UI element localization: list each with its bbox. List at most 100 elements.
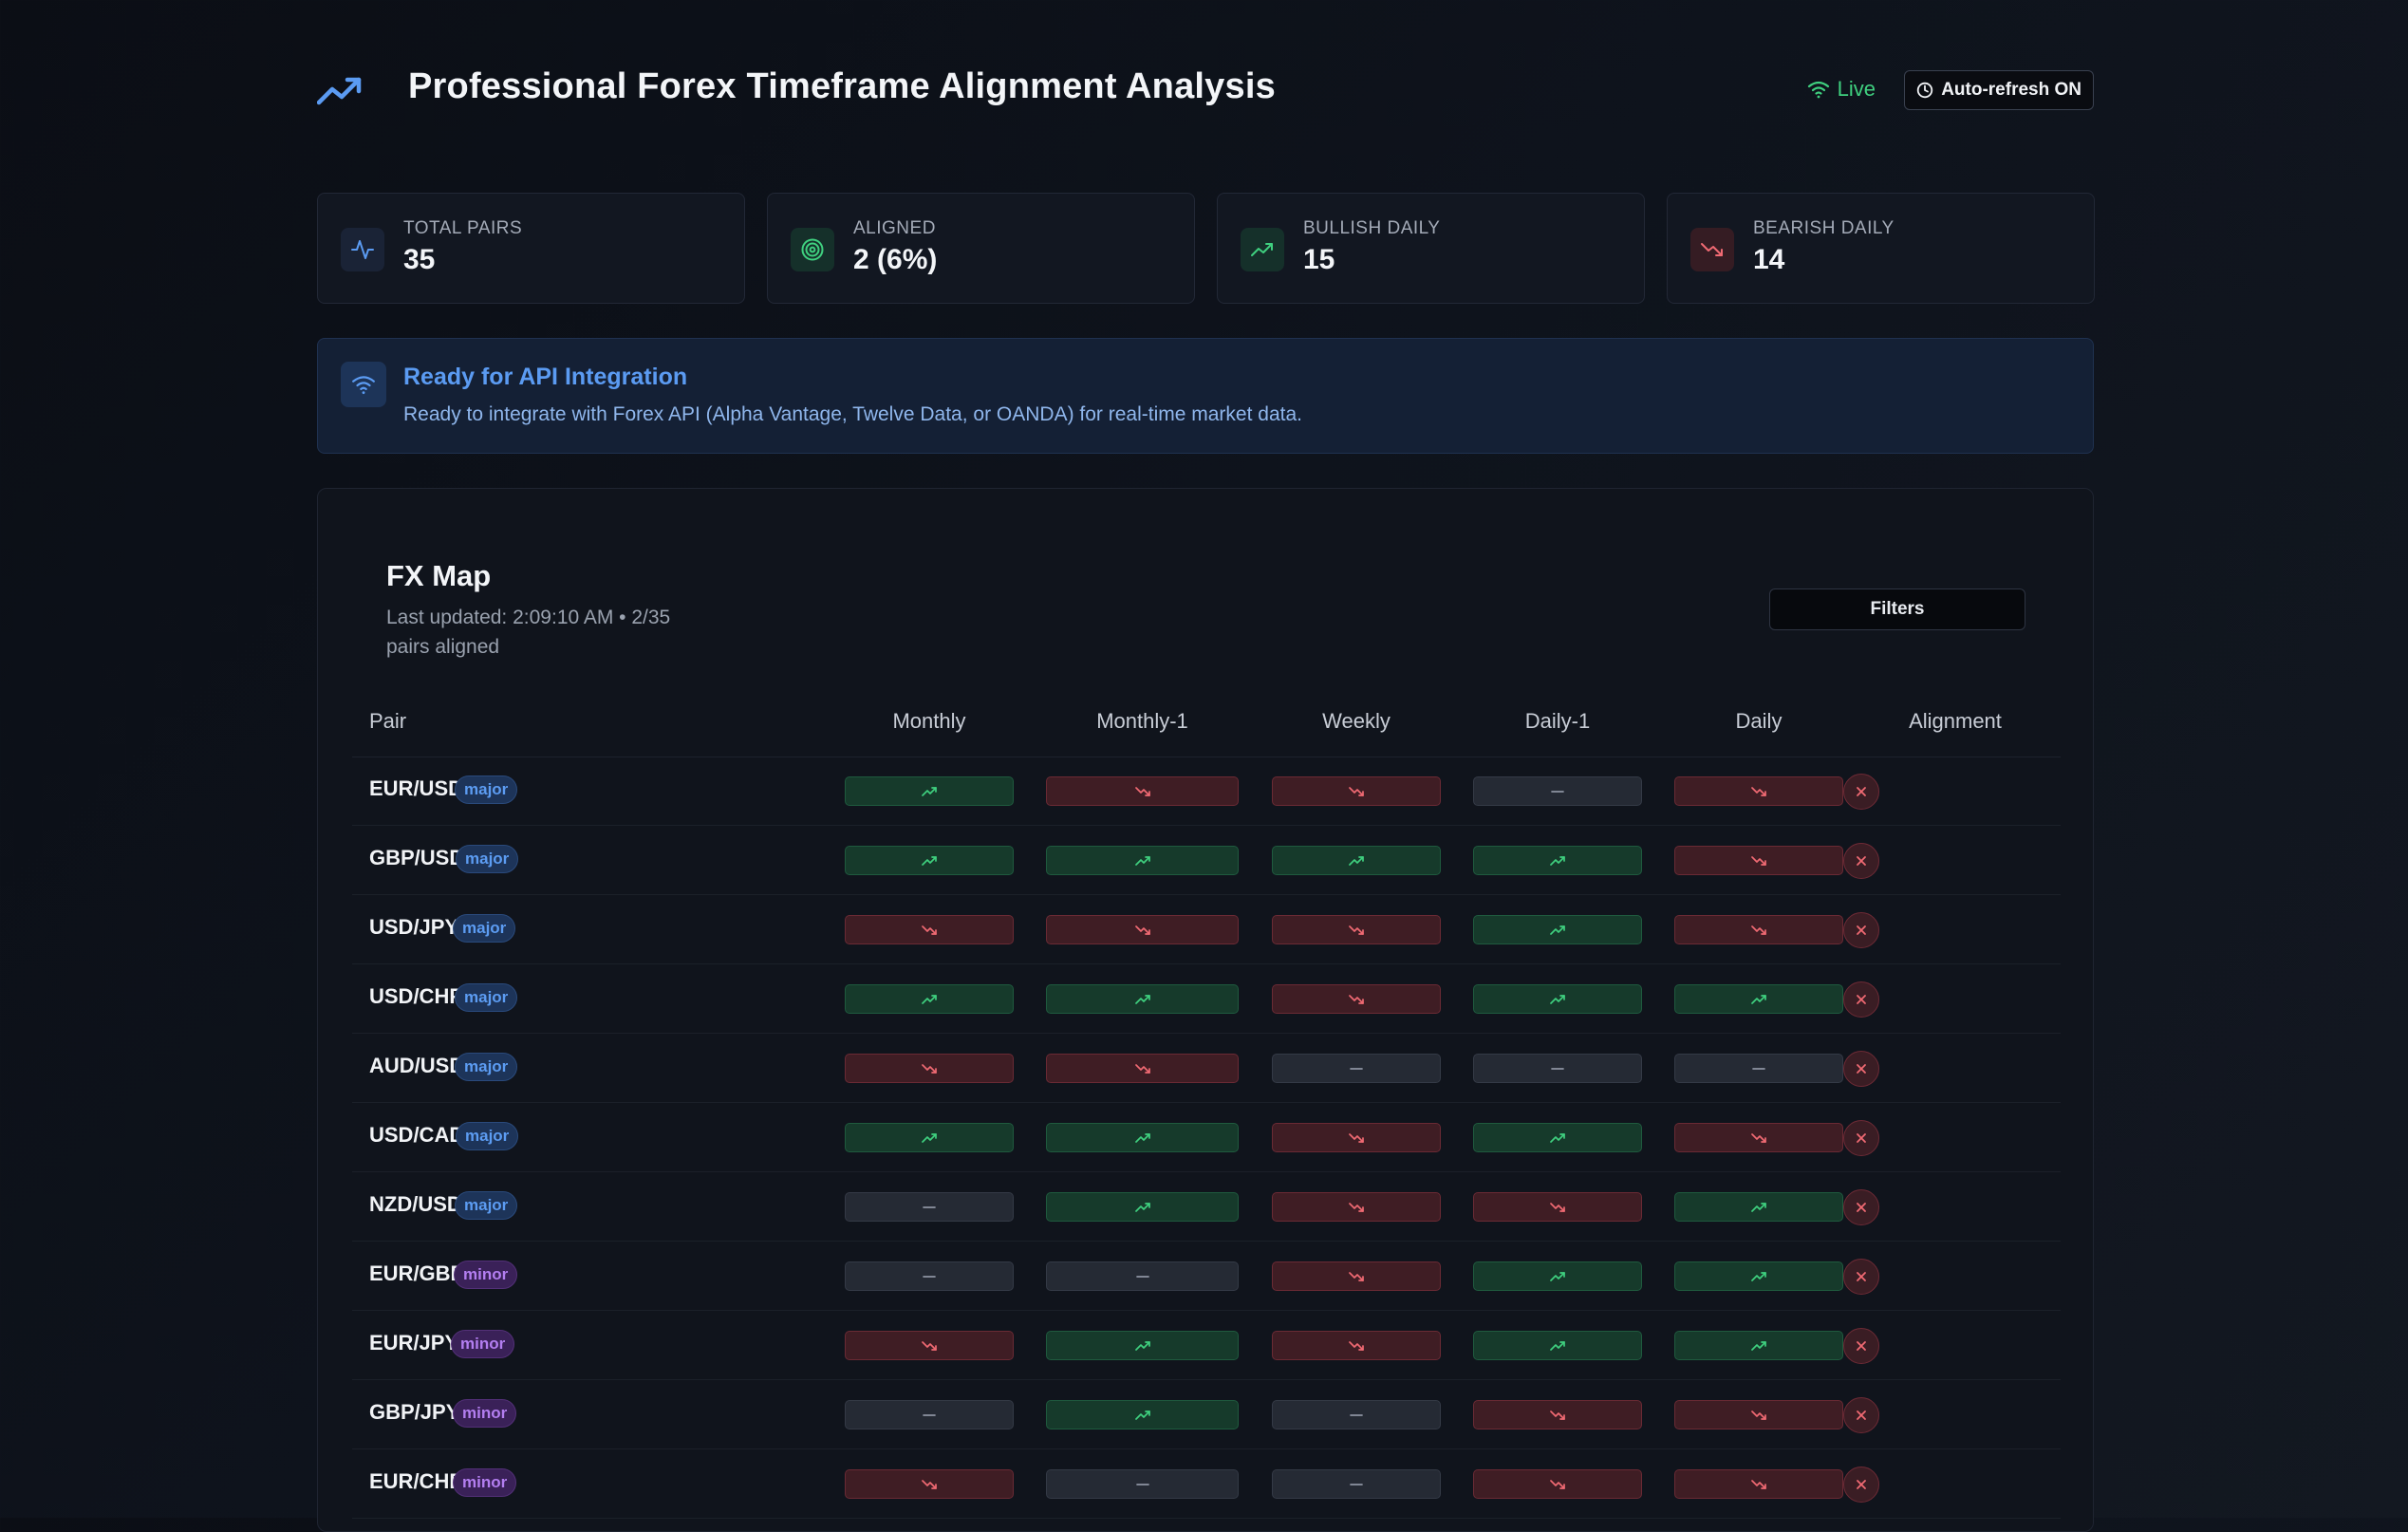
trend-cell-daily-1 [1473,915,1642,944]
trending-down-icon [1751,855,1766,866]
trend-cell-monthly-1 [1046,1400,1239,1429]
trending-up-icon [1134,1340,1150,1351]
table-row[interactable]: AUD/USD major [352,1034,2061,1103]
trend-cell-weekly [1272,1192,1441,1222]
trending-up-icon [1550,1271,1565,1281]
minus-icon [923,1275,936,1279]
live-status: Live [1807,77,1876,102]
table-row[interactable]: USD/JPY major [352,895,2061,964]
minus-icon [1350,1413,1363,1417]
trend-cell-weekly [1272,1331,1441,1360]
api-integration-banner: Ready for API Integration Ready to integ… [317,338,2094,454]
auto-refresh-button[interactable]: Auto-refresh ON [1904,70,2094,110]
trending-down-icon [922,1479,937,1489]
trend-cell-daily [1674,1331,1843,1360]
filters-button[interactable]: Filters [1769,589,2025,630]
category-badge: major [455,1053,518,1081]
table-row[interactable]: GBP/USD major [352,826,2061,895]
page-title: Professional Forex Timeframe Alignment A… [408,66,1276,106]
trend-cell-daily [1674,776,1843,806]
trend-cell-weekly [1272,1469,1441,1499]
category-badge: major [455,1191,518,1220]
table-row[interactable]: USD/CHF major [352,964,2061,1034]
trend-cell-weekly [1272,1123,1441,1152]
not-aligned-icon [1843,1397,1879,1433]
trending-up-icon [922,994,937,1004]
stat-aligned: ALIGNED 2 (6%) [767,193,1195,304]
trend-cell-daily [1674,915,1843,944]
api-banner-title: Ready for API Integration [403,364,688,390]
trending-up-icon [1550,855,1565,866]
table-row[interactable]: GBP/JPY minor [352,1380,2061,1449]
trend-cell-daily-1 [1473,1469,1642,1499]
trending-down-icon [1349,994,1364,1004]
trend-cell-monthly [845,1054,1014,1083]
trend-cell-monthly-1 [1046,915,1239,944]
table-row[interactable]: EUR/CHF minor [352,1449,2061,1519]
pair-name: GBP/JPY [369,1400,460,1424]
table-row[interactable]: NZD/USD major [352,1172,2061,1242]
clock-icon [1917,82,1933,99]
trending-up-icon [1349,855,1364,866]
trending-down-icon [1134,925,1150,935]
trend-cell-daily-1 [1473,1054,1642,1083]
trend-cell-daily-1 [1473,846,1642,875]
trend-cell-monthly [845,1192,1014,1222]
column-header-daily: Daily [1735,709,1783,733]
trending-down-icon [1751,925,1766,935]
not-aligned-icon [1843,774,1879,810]
trend-cell-monthly [845,1469,1014,1499]
minus-icon [1551,790,1564,794]
pair-name: EUR/GBP [369,1261,465,1285]
api-banner-description: Ready to integrate with Forex API (Alpha… [403,403,1302,425]
trend-cell-weekly [1272,776,1441,806]
trend-cell-monthly-1 [1046,1331,1239,1360]
minus-icon [1752,1067,1765,1071]
pair-name: EUR/CHF [369,1469,462,1493]
trend-cell-daily-1 [1473,1400,1642,1429]
table-row[interactable]: EUR/JPY minor [352,1311,2061,1380]
pair-name: USD/JPY [369,915,459,939]
column-header-weekly: Weekly [1322,709,1391,733]
not-aligned-icon [1843,1259,1879,1295]
trending-up-icon [1134,1410,1150,1420]
target-icon [791,228,834,271]
activity-icon [341,228,384,271]
trend-cell-daily [1674,1054,1843,1083]
trending-up-icon [1550,1132,1565,1143]
stats-row: TOTAL PAIRS 35 ALIGNED 2 (6%) BULLISH DA… [317,193,2095,304]
not-aligned-icon [1843,981,1879,1018]
trending-down-icon [1349,786,1364,796]
category-badge: major [455,983,518,1012]
trending-up-icon [1751,1271,1766,1281]
not-aligned-icon [1843,1189,1879,1225]
not-aligned-icon [1843,912,1879,948]
stat-label: ALIGNED [853,218,936,238]
fx-map-subtitle: Last updated: 2:09:10 AM • 2/35 pairs al… [386,607,671,658]
trend-cell-weekly [1272,1261,1441,1291]
pair-name: GBP/USD [369,846,465,869]
trending-down-icon [922,1340,937,1351]
not-aligned-icon [1843,1467,1879,1503]
trend-cell-monthly-1 [1046,1469,1239,1499]
pair-name: EUR/JPY [369,1331,459,1355]
table-row[interactable]: USD/CAD major [352,1103,2061,1172]
trend-cell-monthly [845,1400,1014,1429]
trend-cell-daily [1674,1400,1843,1429]
trending-down-icon [1349,925,1364,935]
fx-map-card: FX Map Last updated: 2:09:10 AM • 2/35 p… [317,488,2094,1532]
wifi-icon [341,362,386,407]
table-row[interactable]: EUR/GBP minor [352,1242,2061,1311]
minus-icon [1350,1067,1363,1071]
trending-down-icon [1751,1410,1766,1420]
pair-name: AUD/USD [369,1054,465,1077]
trending-down-icon [1134,1063,1150,1074]
trend-cell-daily-1 [1473,1192,1642,1222]
not-aligned-icon [1843,1328,1879,1364]
trending-up-icon [1134,1202,1150,1212]
table-row[interactable]: EUR/USD major [352,757,2061,826]
minus-icon [923,1205,936,1209]
trending-down-icon [1690,228,1734,271]
trend-cell-monthly [845,1123,1014,1152]
category-badge: minor [451,1330,515,1358]
